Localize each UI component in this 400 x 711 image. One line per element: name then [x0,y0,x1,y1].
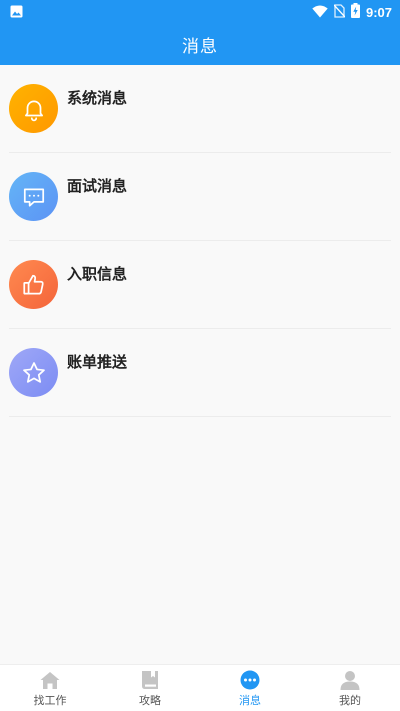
message-item-label: 入职信息 [67,265,128,283]
bell-icon [9,84,58,133]
thumbs-up-icon [9,260,58,309]
tab-label: 找工作 [33,694,67,707]
tab-label: 消息 [239,694,261,707]
status-bar: 9:07 [0,0,400,24]
bottom-tab-bar: 找工作 攻略 消息 我的 [0,664,400,711]
image-icon [10,3,23,22]
message-item-label: 账单推送 [67,353,128,371]
message-item-label: 面试消息 [67,177,128,195]
message-item-interview[interactable]: 面试消息 [9,153,391,241]
tab-label: 我的 [339,694,361,707]
message-list: 系统消息 面试消息 入职信息 账单推送 [0,65,400,417]
tab-find-job[interactable]: 找工作 [0,665,100,711]
message-item-onboarding[interactable]: 入职信息 [9,241,391,329]
battery-charging-icon [350,2,360,22]
message-item-bill[interactable]: 账单推送 [9,329,391,417]
tab-guide[interactable]: 攻略 [100,665,200,711]
message-dots-icon [239,670,261,690]
message-item-system[interactable]: 系统消息 [9,65,391,153]
home-icon [39,670,61,690]
person-icon [339,670,361,690]
message-item-label: 系统消息 [67,89,128,107]
page-title: 消息 [182,37,218,57]
star-icon [9,348,58,397]
wifi-icon [312,3,328,22]
status-time: 9:07 [365,4,392,20]
book-icon [139,670,161,690]
tab-label: 攻略 [139,694,161,707]
chat-bubble-icon [9,172,58,221]
no-sim-icon [333,3,346,22]
tab-messages[interactable]: 消息 [200,665,300,711]
tab-profile[interactable]: 我的 [300,665,400,711]
title-bar: 消息 [0,24,400,65]
